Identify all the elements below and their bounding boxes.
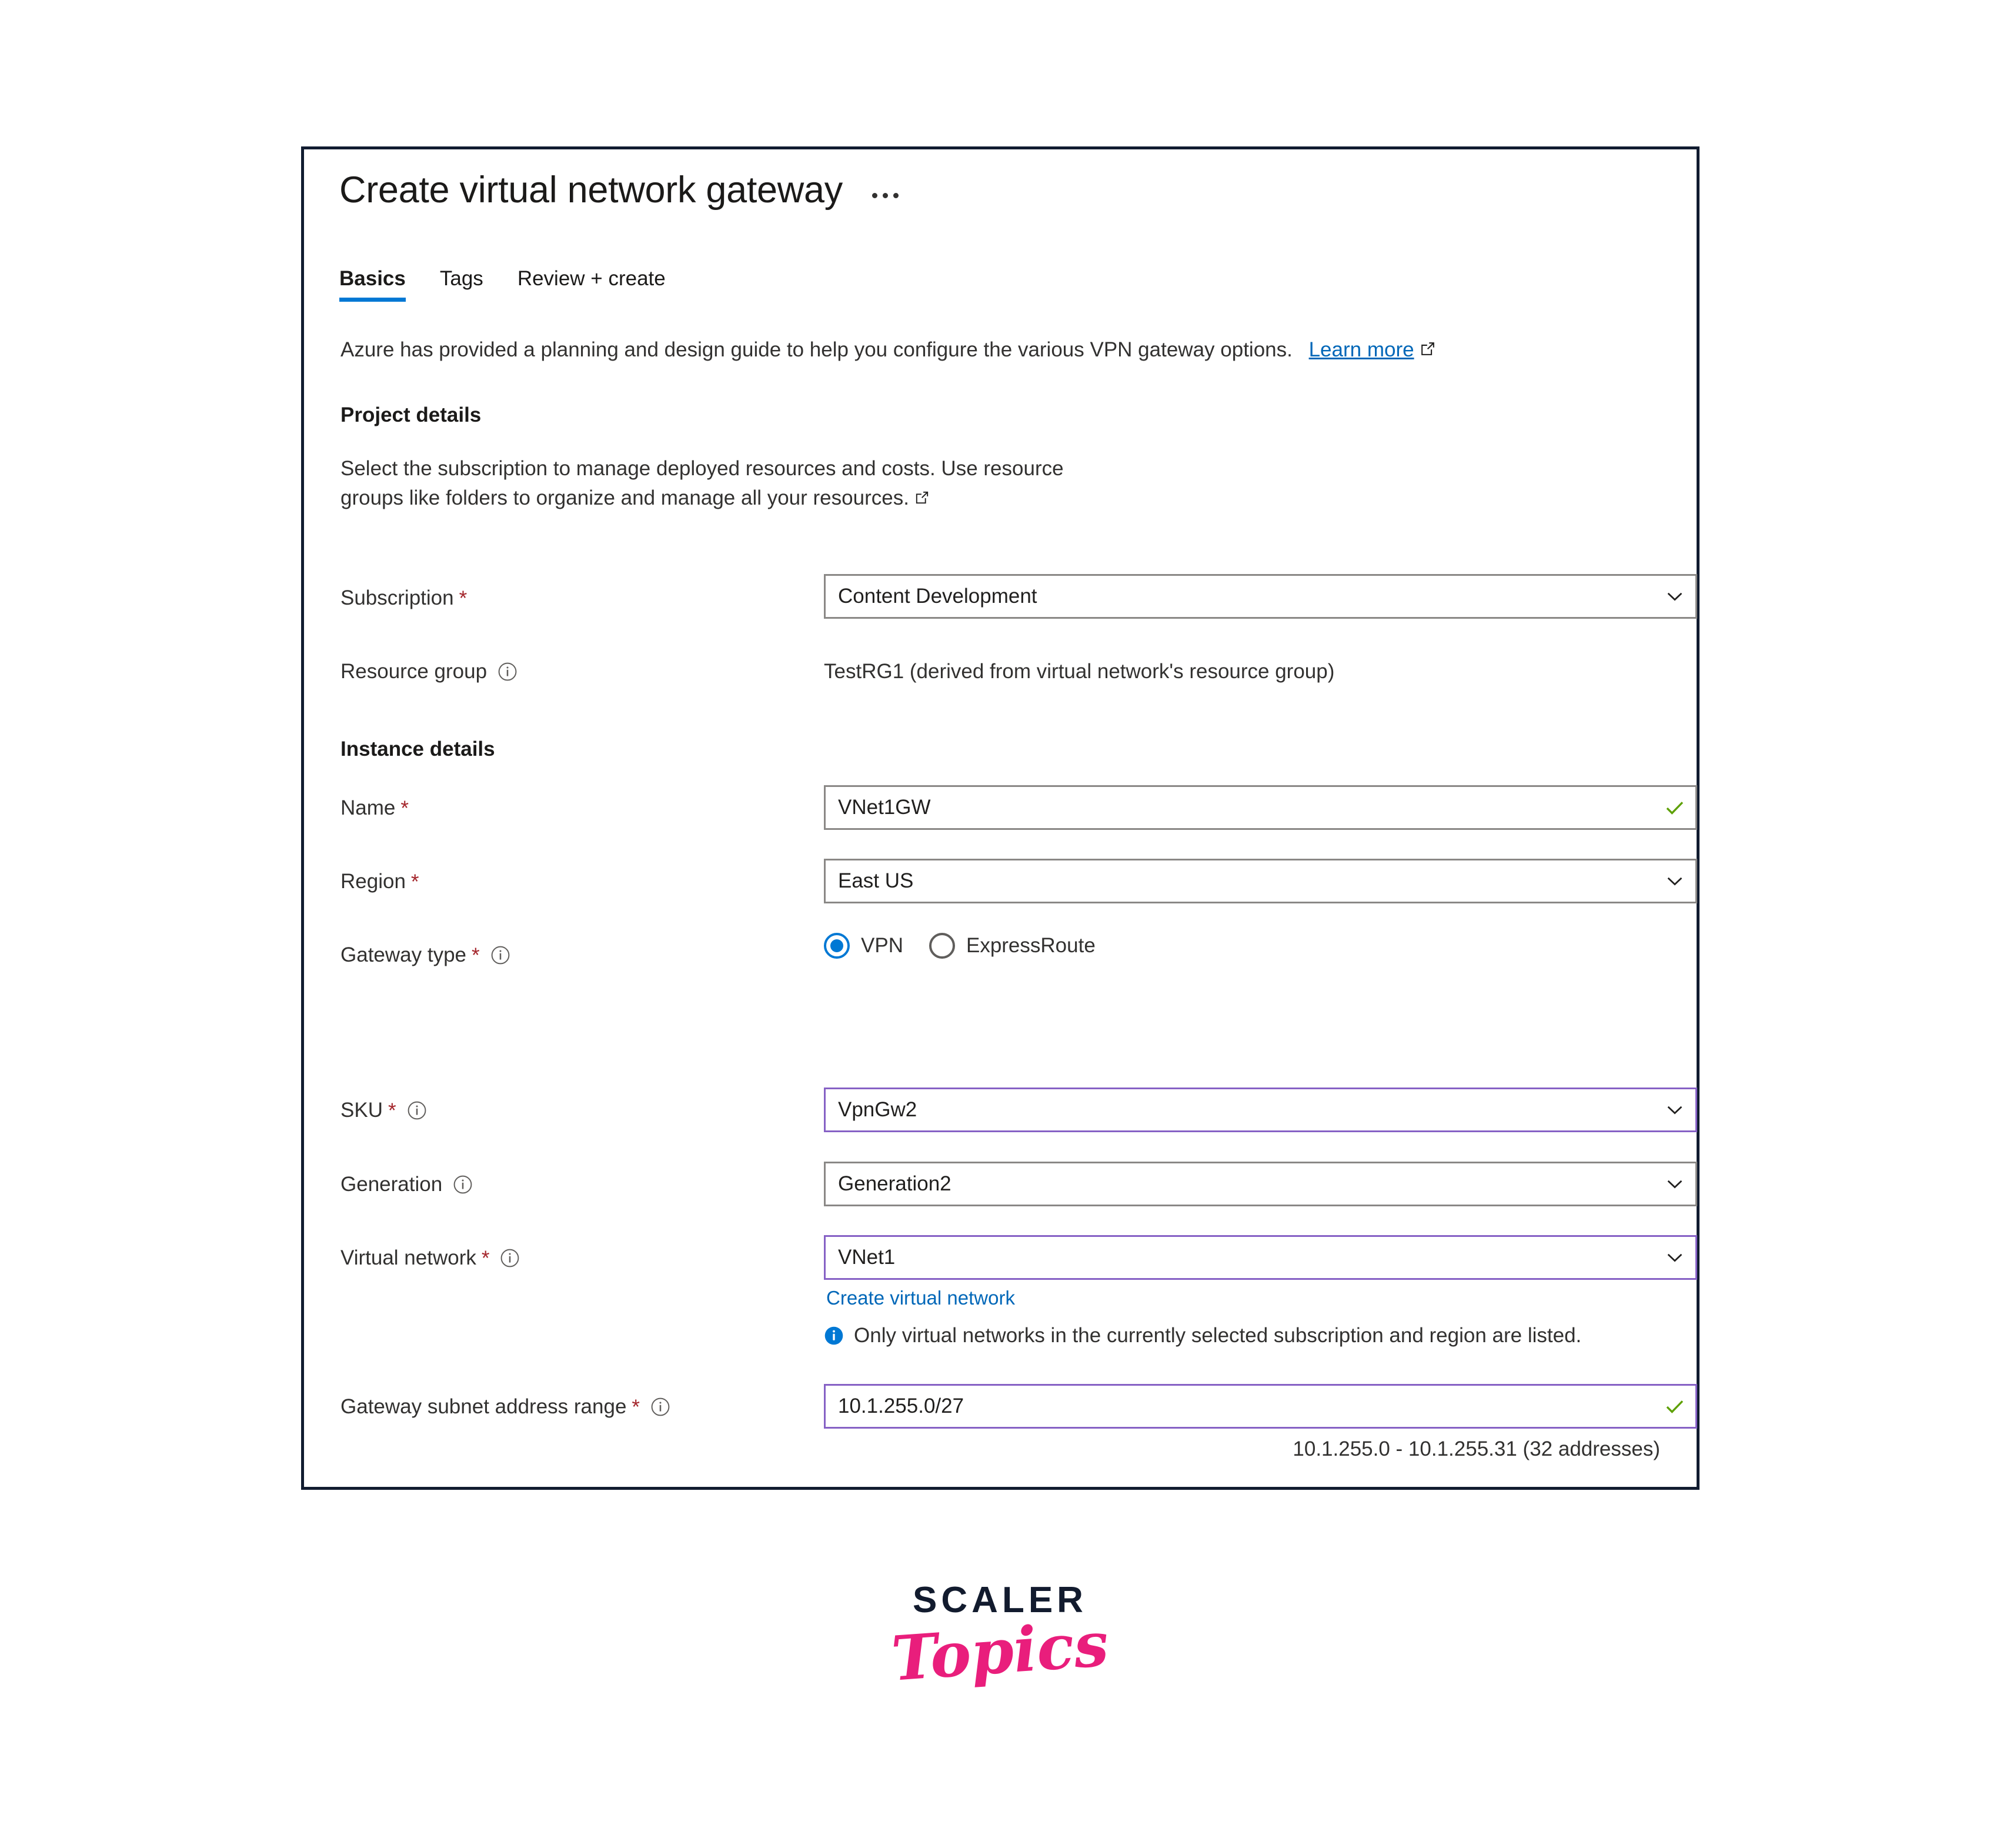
- tab-tags[interactable]: Tags: [440, 267, 500, 302]
- chevron-down-icon: [1662, 1172, 1687, 1196]
- required-asterisk: *: [388, 1099, 396, 1122]
- ellipsis-dot-3: [893, 193, 899, 198]
- external-link-icon: [1419, 337, 1437, 365]
- subscription-value: Content Development: [838, 585, 1037, 608]
- sku-value: VpnGw2: [838, 1098, 917, 1121]
- chevron-down-icon: [1662, 584, 1687, 609]
- brand-scaler-wordmark: SCALER: [913, 1580, 1087, 1620]
- gateway-type-option-vpn-label: VPN: [861, 934, 903, 957]
- virtual-network-label: Virtual network *: [340, 1246, 520, 1270]
- sku-label: SKU *: [340, 1099, 428, 1122]
- info-icon[interactable]: [452, 1174, 473, 1195]
- resource-group-label: Resource group: [340, 660, 518, 683]
- resource-group-value: TestRG1 (derived from virtual network's …: [824, 660, 1335, 683]
- screenshot-root: Create virtual network gateway Basics Ta…: [0, 0, 2000, 1848]
- gateway-type-option-expressroute[interactable]: ExpressRoute: [929, 933, 1096, 959]
- required-asterisk: *: [472, 943, 480, 967]
- gateway-subnet-helper-text: 10.1.255.0 - 10.1.255.31 (32 addresses): [1293, 1437, 1660, 1460]
- required-asterisk: *: [632, 1395, 640, 1419]
- gateway-type-label: Gateway type *: [340, 943, 511, 967]
- virtual-network-select[interactable]: VNet1: [824, 1235, 1697, 1280]
- gateway-subnet-input[interactable]: 10.1.255.0/27: [824, 1384, 1697, 1429]
- generation-select[interactable]: Generation2: [824, 1162, 1697, 1206]
- create-vnet-gateway-blade: Create virtual network gateway Basics Ta…: [301, 146, 1700, 1490]
- name-value: VNet1GW: [838, 796, 931, 819]
- valid-check-icon: [1662, 1394, 1687, 1419]
- chevron-down-icon: [1662, 1098, 1687, 1122]
- gateway-type-option-vpn[interactable]: VPN: [824, 933, 903, 959]
- region-select[interactable]: East US: [824, 859, 1697, 903]
- virtual-network-info-banner: Only virtual networks in the currently s…: [824, 1324, 1581, 1347]
- gateway-subnet-label: Gateway subnet address range *: [340, 1395, 671, 1419]
- chevron-down-icon: [1662, 1245, 1687, 1270]
- chevron-down-icon: [1662, 869, 1687, 893]
- instance-details-heading: Instance details: [340, 738, 495, 760]
- info-icon[interactable]: [499, 1247, 520, 1269]
- required-asterisk: *: [459, 586, 468, 610]
- generation-value: Generation2: [838, 1172, 951, 1195]
- ellipsis-dot-2: [882, 193, 888, 198]
- generation-label: Generation: [340, 1173, 473, 1196]
- page-title: Create virtual network gateway: [339, 169, 843, 211]
- intro-sentence: Azure has provided a planning and design…: [340, 338, 1293, 361]
- info-icon[interactable]: [490, 945, 511, 966]
- valid-check-icon: [1662, 795, 1687, 820]
- info-icon[interactable]: [406, 1100, 428, 1121]
- radio-vpn-icon: [824, 933, 850, 959]
- sku-select[interactable]: VpnGw2: [824, 1088, 1697, 1132]
- info-filled-icon: [824, 1326, 844, 1346]
- project-details-description: Select the subscription to manage deploy…: [340, 454, 1076, 513]
- gateway-type-option-expressroute-label: ExpressRoute: [966, 934, 1096, 957]
- blade-tabs: Basics Tags Review + create: [339, 267, 700, 302]
- scaler-topics-watermark: SCALER Topics: [0, 1580, 2000, 1695]
- info-icon[interactable]: [650, 1396, 671, 1417]
- required-asterisk: *: [410, 870, 419, 893]
- learn-more-link[interactable]: Learn more: [1309, 338, 1414, 361]
- required-asterisk: *: [481, 1246, 490, 1270]
- subscription-select[interactable]: Content Development: [824, 574, 1697, 619]
- required-asterisk: *: [400, 796, 409, 820]
- tab-basics[interactable]: Basics: [339, 267, 422, 302]
- name-label: Name *: [340, 796, 409, 820]
- name-input[interactable]: VNet1GW: [824, 785, 1697, 830]
- brand-topics-wordmark: Topics: [889, 1607, 1111, 1695]
- radio-expressroute-icon: [929, 933, 955, 959]
- blade-header: Create virtual network gateway: [339, 172, 902, 209]
- more-options-icon[interactable]: [869, 187, 902, 204]
- resources-external-link-icon[interactable]: [914, 485, 930, 514]
- virtual-network-info-message: Only virtual networks in the currently s…: [854, 1324, 1582, 1347]
- ellipsis-dot-1: [872, 193, 877, 198]
- info-icon[interactable]: [497, 661, 518, 682]
- gateway-type-radio-group: VPN ExpressRoute: [824, 933, 1121, 959]
- intro-text: Azure has provided a planning and design…: [340, 336, 1437, 365]
- subscription-label: Subscription *: [340, 586, 468, 610]
- tab-review-create[interactable]: Review + create: [517, 267, 682, 302]
- project-details-heading: Project details: [340, 403, 482, 426]
- region-label: Region *: [340, 870, 419, 893]
- create-virtual-network-link[interactable]: Create virtual network: [826, 1287, 1015, 1309]
- region-value: East US: [838, 869, 914, 892]
- gateway-subnet-value: 10.1.255.0/27: [838, 1395, 964, 1417]
- virtual-network-value: VNet1: [838, 1246, 896, 1269]
